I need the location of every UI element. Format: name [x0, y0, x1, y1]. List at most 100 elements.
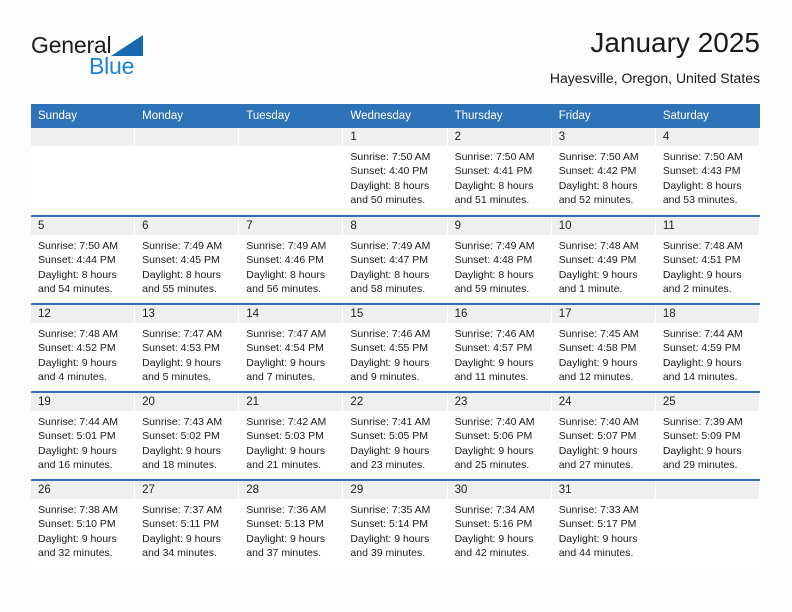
calendar-day-cell[interactable]: 19 Sunrise: 7:44 AM Sunset: 5:01 PM Dayligh…	[31, 391, 136, 480]
day-sun-info: Sunrise: 7:40 AM Sunset: 5:07 PM Daylight:…	[552, 411, 656, 473]
day-info-line: and 5 minutes.	[142, 371, 212, 384]
day-info-line: Daylight: 8 hours	[454, 268, 534, 281]
day-info-line: and 58 minutes.	[350, 283, 426, 296]
day-info-line: Sunrise: 7:35 AM	[350, 504, 431, 516]
calendar-day-cell[interactable]: 7 Sunrise: 7:49 AM Sunset: 4:46 PM Daylight…	[239, 215, 344, 304]
calendar-day-cell[interactable]: 5 Sunrise: 7:50 AM Sunset: 4:44 PM Daylight…	[31, 215, 136, 304]
day-info-line: Sunrise: 7:50 AM	[38, 240, 118, 252]
day-info-line: Sunset: 5:09 PM	[662, 430, 741, 443]
calendar-day-cell[interactable]: 9 Sunrise: 7:49 AM Sunset: 4:48 PM Daylight…	[447, 215, 552, 304]
day-info-line: Sunset: 4:53 PM	[142, 342, 220, 355]
calendar-day-cell[interactable]: 16 Sunrise: 7:46 AM Sunset: 4:57 PM Dayligh…	[447, 303, 552, 392]
day-info-line: Sunset: 4:42 PM	[558, 165, 637, 178]
day-number	[31, 128, 136, 146]
day-info-line: Sunset: 4:55 PM	[350, 342, 429, 355]
day-info-line: and 4 minutes.	[38, 371, 107, 384]
calendar-day-cell[interactable]: 1 Sunrise: 7:50 AM Sunset: 4:40 PM Daylight…	[343, 128, 448, 216]
day-info-line: Sunrise: 7:49 AM	[350, 240, 431, 252]
day-number: 26	[31, 481, 136, 499]
day-info-line: Daylight: 9 hours	[558, 356, 638, 369]
day-info-line: Sunset: 5:16 PM	[454, 518, 533, 531]
day-info-line: Sunrise: 7:44 AM	[662, 328, 743, 340]
day-info-line: and 53 minutes.	[662, 194, 738, 207]
day-info-line: Daylight: 9 hours	[558, 532, 638, 545]
day-info-line: Daylight: 9 hours	[38, 444, 117, 457]
day-number: 15	[343, 305, 448, 323]
weekday-header-saturday: Saturday	[655, 104, 760, 128]
day-number: 7	[239, 217, 344, 235]
calendar-day-cell[interactable]: 22 Sunrise: 7:41 AM Sunset: 5:05 PM Dayligh…	[343, 391, 448, 480]
calendar-day-cell[interactable]: 8 Sunrise: 7:49 AM Sunset: 4:47 PM Daylight…	[343, 215, 448, 304]
weekday-header-sunday: Sunday	[31, 104, 136, 128]
calendar-day-cell[interactable]: 11 Sunrise: 7:48 AM Sunset: 4:51 PM Dayligh…	[655, 215, 760, 304]
day-sun-info: Sunrise: 7:43 AM Sunset: 5:02 PM Daylight:…	[135, 411, 239, 473]
day-info-line: and 50 minutes.	[350, 194, 426, 207]
day-info-line: Sunrise: 7:45 AM	[558, 328, 639, 340]
calendar-day-cell-empty	[239, 128, 344, 216]
calendar-day-cell[interactable]: 6 Sunrise: 7:49 AM Sunset: 4:45 PM Daylight…	[135, 215, 240, 304]
day-info-line: Sunrise: 7:50 AM	[558, 151, 639, 163]
day-sun-info: Sunrise: 7:44 AM Sunset: 4:59 PM Daylight:…	[656, 323, 760, 385]
calendar-day-cell[interactable]: 18 Sunrise: 7:44 AM Sunset: 4:59 PM Dayligh…	[655, 303, 760, 392]
day-info-line: Sunset: 5:14 PM	[350, 518, 429, 531]
day-number: 9	[447, 217, 552, 235]
day-sun-info: Sunrise: 7:41 AM Sunset: 5:05 PM Daylight:…	[343, 411, 447, 473]
day-info-line: and 59 minutes.	[454, 283, 530, 296]
day-info-line: and 34 minutes.	[142, 547, 217, 560]
day-info-line: Daylight: 9 hours	[142, 444, 221, 457]
calendar-day-cell[interactable]: 14 Sunrise: 7:47 AM Sunset: 4:54 PM Dayligh…	[239, 303, 344, 392]
day-info-line: Sunrise: 7:43 AM	[142, 416, 223, 428]
calendar-week-row: 1 Sunrise: 7:50 AM Sunset: 4:40 PM Daylight…	[31, 128, 760, 216]
calendar-day-cell[interactable]: 21 Sunrise: 7:42 AM Sunset: 5:03 PM Dayligh…	[239, 391, 344, 480]
day-info-line: Sunset: 4:48 PM	[454, 254, 533, 267]
calendar-day-cell[interactable]: 31 Sunrise: 7:33 AM Sunset: 5:17 PM Dayligh…	[551, 479, 656, 568]
day-info-line: Sunrise: 7:46 AM	[454, 328, 535, 340]
day-info-line: Daylight: 9 hours	[662, 356, 742, 369]
day-sun-info: Sunrise: 7:44 AM Sunset: 5:01 PM Daylight:…	[31, 411, 135, 473]
day-number	[655, 481, 760, 499]
day-info-line: Daylight: 9 hours	[662, 444, 742, 457]
day-info-line: Sunset: 5:06 PM	[454, 430, 533, 443]
calendar-day-cell[interactable]: 24 Sunrise: 7:40 AM Sunset: 5:07 PM Dayligh…	[551, 391, 656, 480]
calendar-day-cell[interactable]: 12 Sunrise: 7:48 AM Sunset: 4:52 PM Dayligh…	[31, 303, 136, 392]
calendar-day-cell[interactable]: 13 Sunrise: 7:47 AM Sunset: 4:53 PM Dayligh…	[135, 303, 240, 392]
day-info-line: Sunrise: 7:49 AM	[246, 240, 327, 252]
day-sun-info: Sunrise: 7:47 AM Sunset: 4:54 PM Daylight:…	[239, 323, 343, 385]
day-number: 8	[343, 217, 448, 235]
calendar-day-cell[interactable]: 30 Sunrise: 7:34 AM Sunset: 5:16 PM Dayligh…	[447, 479, 552, 568]
day-number: 4	[655, 128, 760, 146]
calendar-day-cell[interactable]: 2 Sunrise: 7:50 AM Sunset: 4:41 PM Daylight…	[447, 128, 552, 216]
day-info-line: Sunrise: 7:33 AM	[558, 504, 639, 516]
calendar-day-cell[interactable]: 25 Sunrise: 7:39 AM Sunset: 5:09 PM Dayligh…	[655, 391, 760, 480]
calendar-day-cell[interactable]: 4 Sunrise: 7:50 AM Sunset: 4:43 PM Daylight…	[655, 128, 760, 216]
brand-logo[interactable]: General Blue	[31, 32, 261, 88]
day-info-line: Sunset: 4:58 PM	[558, 342, 637, 355]
day-sun-info: Sunrise: 7:49 AM Sunset: 4:47 PM Daylight:…	[343, 235, 447, 297]
day-info-line: Daylight: 9 hours	[246, 444, 326, 457]
calendar-day-cell[interactable]: 23 Sunrise: 7:40 AM Sunset: 5:06 PM Dayligh…	[447, 391, 552, 480]
day-info-line: Sunrise: 7:38 AM	[38, 504, 118, 516]
day-number: 20	[135, 393, 240, 411]
calendar-day-cell[interactable]: 15 Sunrise: 7:46 AM Sunset: 4:55 PM Dayligh…	[343, 303, 448, 392]
day-info-line: and 23 minutes.	[350, 459, 426, 472]
calendar-day-cell[interactable]: 20 Sunrise: 7:43 AM Sunset: 5:02 PM Dayligh…	[135, 391, 240, 480]
day-info-line: Sunset: 5:13 PM	[246, 518, 324, 531]
calendar-body: 1 Sunrise: 7:50 AM Sunset: 4:40 PM Daylight…	[31, 128, 760, 568]
day-info-line: Daylight: 9 hours	[246, 356, 326, 369]
calendar-day-cell[interactable]: 27 Sunrise: 7:37 AM Sunset: 5:11 PM Dayligh…	[135, 479, 240, 568]
day-info-line: and 55 minutes.	[142, 283, 217, 296]
calendar-day-cell[interactable]: 10 Sunrise: 7:48 AM Sunset: 4:49 PM Dayligh…	[551, 215, 656, 304]
weekday-header-monday: Monday	[135, 104, 240, 128]
brand-logo-line1: General	[31, 32, 261, 58]
weekday-header-thursday: Thursday	[447, 104, 552, 128]
calendar-day-cell[interactable]: 17 Sunrise: 7:45 AM Sunset: 4:58 PM Dayligh…	[551, 303, 656, 392]
day-info-line: and 16 minutes.	[38, 459, 113, 472]
day-info-line: Sunset: 5:17 PM	[558, 518, 637, 531]
calendar-day-cell[interactable]: 28 Sunrise: 7:36 AM Sunset: 5:13 PM Dayligh…	[239, 479, 344, 568]
calendar-day-cell[interactable]: 26 Sunrise: 7:38 AM Sunset: 5:10 PM Dayligh…	[31, 479, 136, 568]
day-sun-info: Sunrise: 7:45 AM Sunset: 4:58 PM Daylight:…	[552, 323, 656, 385]
calendar-day-cell[interactable]: 29 Sunrise: 7:35 AM Sunset: 5:14 PM Dayligh…	[343, 479, 448, 568]
calendar-day-cell[interactable]: 3 Sunrise: 7:50 AM Sunset: 4:42 PM Daylight…	[551, 128, 656, 216]
day-number: 28	[239, 481, 344, 499]
day-info-line: and 12 minutes.	[558, 371, 634, 384]
